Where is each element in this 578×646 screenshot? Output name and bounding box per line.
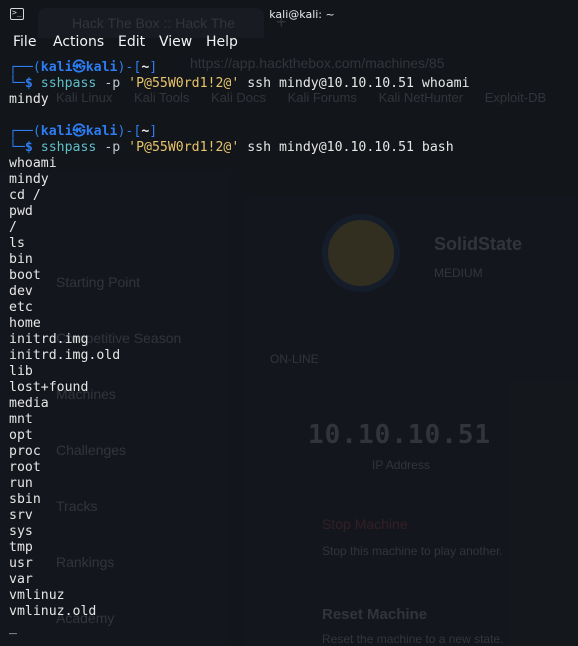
menu-bar: File Actions Edit View Help <box>0 32 578 54</box>
menu-help[interactable]: Help <box>206 34 238 50</box>
output-line: media <box>9 396 49 411</box>
menu-view[interactable]: View <box>159 34 192 50</box>
command-password: 'P@55W0rd1!2@' <box>128 76 240 91</box>
prompt-frame: ┌──( <box>9 60 41 75</box>
text-cursor: _ <box>9 620 17 635</box>
command-binary: sshpass <box>40 76 97 91</box>
output-line: srv <box>9 508 33 523</box>
command-args: ssh mindy@10.10.10.51 whoami <box>239 76 470 91</box>
output-line: sys <box>9 524 33 539</box>
prompt-line: ┌──(kali㉿kali)-[~] <box>9 60 470 76</box>
prompt-symbol: $ <box>24 140 33 155</box>
output-line: initrd.img.old <box>9 348 121 363</box>
menu-actions[interactable]: Actions <box>53 34 104 50</box>
output-line: opt <box>9 428 33 443</box>
output-line: sbin <box>9 492 41 507</box>
output-line: mnt <box>9 412 33 427</box>
prompt-frame: ┌──( <box>9 124 41 139</box>
terminal-window: Hack The Box :: Hack The + https://app.h… <box>0 0 578 646</box>
output-line: root <box>9 460 41 475</box>
bookmark-item: Exploit-DB <box>484 90 547 105</box>
output-line: mindy <box>9 172 49 187</box>
menu-file[interactable]: File <box>13 34 36 50</box>
output-line: initrd.img <box>9 332 89 347</box>
menu-edit[interactable]: Edit <box>118 34 145 50</box>
prompt-symbol: $ <box>24 76 33 91</box>
output-line: mindy <box>9 92 49 107</box>
output-line: whoami <box>9 156 57 171</box>
output-line: var <box>9 572 33 587</box>
prompt-frame: └─ <box>9 76 25 91</box>
output-line: vmlinuz.old <box>9 604 97 619</box>
command-binary: sshpass <box>40 140 97 155</box>
output-line: proc <box>9 444 41 459</box>
command-line: └─$ sshpass -p 'P@55W0rd1!2@' ssh mindy@… <box>9 76 470 92</box>
output-line: lost+found <box>9 380 89 395</box>
output-line: bin <box>9 252 33 267</box>
prompt-frame: ] <box>149 60 158 75</box>
output-line: usr <box>9 556 33 571</box>
output-line: pwd <box>9 204 33 219</box>
output-line: lib <box>9 364 33 379</box>
cursor-line: _ <box>9 620 470 636</box>
output-line: vmlinuz <box>9 588 65 603</box>
prompt-user-host: kali㉿kali <box>40 124 118 139</box>
output-line: dev <box>9 284 33 299</box>
output-line: ls <box>9 236 25 251</box>
output-line: / <box>9 220 17 235</box>
command-password: 'P@55W0rd1!2@' <box>128 140 240 155</box>
prompt-frame: )-[ <box>117 60 142 75</box>
output-line: boot <box>9 268 41 283</box>
prompt-frame: └─ <box>9 140 25 155</box>
output-line: etc <box>9 300 33 315</box>
output-line: tmp <box>9 540 33 555</box>
prompt-frame: ] <box>149 124 158 139</box>
output-line: run <box>9 476 33 491</box>
output-line: cd / <box>9 188 41 203</box>
prompt-line: ┌──(kali㉿kali)-[~] <box>9 124 470 140</box>
window-title: kali@kali: ~ <box>269 8 335 21</box>
title-bar[interactable]: >_ kali@kali: ~ <box>0 0 578 30</box>
terminal-output[interactable]: ┌──(kali㉿kali)-[~] └─$ sshpass -p 'P@55W0… <box>9 60 470 636</box>
output-line: home <box>9 316 41 331</box>
command-args: ssh mindy@10.10.10.51 bash <box>239 140 454 155</box>
command-flag: -p <box>96 140 129 155</box>
command-line: └─$ sshpass -p 'P@55W0rd1!2@' ssh mindy@… <box>9 140 470 156</box>
prompt-user-host: kali㉿kali <box>40 60 118 75</box>
command-flag: -p <box>96 76 129 91</box>
prompt-frame: )-[ <box>117 124 142 139</box>
